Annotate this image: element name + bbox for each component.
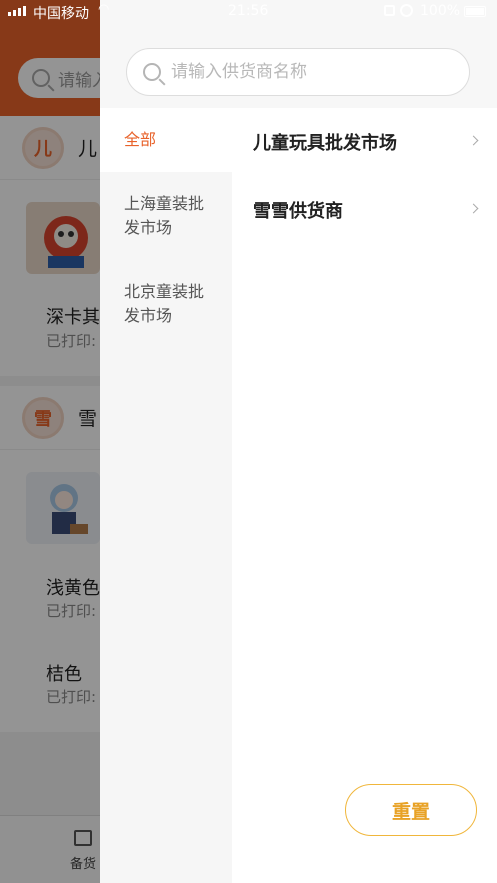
category-label: 全部 <box>124 130 157 149</box>
app-screen: 请输入 儿 儿 深卡其 已打印: 雪 雪 浅黄色 已打印: 桔色 已打印: 备货… <box>0 0 497 883</box>
lock-icon <box>384 5 395 16</box>
category-label: 上海童装批发市场 <box>124 194 205 237</box>
chevron-right-icon <box>468 135 479 146</box>
category-item-shanghai[interactable]: 上海童装批发市场 <box>100 172 232 260</box>
supplier-search-input[interactable] <box>171 62 441 82</box>
market-category-list: 全部 上海童装批发市场 北京童装批发市场 <box>100 108 232 883</box>
category-item-beijing[interactable]: 北京童装批发市场 <box>100 260 232 348</box>
supplier-label: 儿童玩具批发市场 <box>253 133 397 154</box>
supplier-search-box[interactable] <box>126 48 470 96</box>
search-icon <box>143 63 161 81</box>
battery-percent: 100% <box>420 3 461 19</box>
battery-icon <box>464 6 486 17</box>
supplier-list: 儿童玩具批发市场 雪雪供货商 <box>232 108 497 244</box>
carrier-name: 中国移动 <box>33 6 89 22</box>
reset-button[interactable]: 重置 <box>345 784 477 836</box>
alarm-icon <box>400 4 413 17</box>
chevron-right-icon <box>468 203 479 214</box>
signal-icon <box>8 6 26 16</box>
supplier-item[interactable]: 儿童玩具批发市场 <box>232 108 497 176</box>
supplier-label: 雪雪供货商 <box>253 201 343 222</box>
category-item-all[interactable]: 全部 <box>100 108 232 172</box>
status-bar: 中国移动 ◠ 21:56 100% <box>0 0 497 24</box>
wifi-icon: ◠ <box>98 2 110 17</box>
clock: 21:56 <box>228 3 269 19</box>
supplier-item[interactable]: 雪雪供货商 <box>232 176 497 244</box>
category-label: 北京童装批发市场 <box>124 282 205 325</box>
supplier-filter-drawer: 全部 上海童装批发市场 北京童装批发市场 儿童玩具批发市场 雪雪供货商 重置 <box>100 0 497 883</box>
